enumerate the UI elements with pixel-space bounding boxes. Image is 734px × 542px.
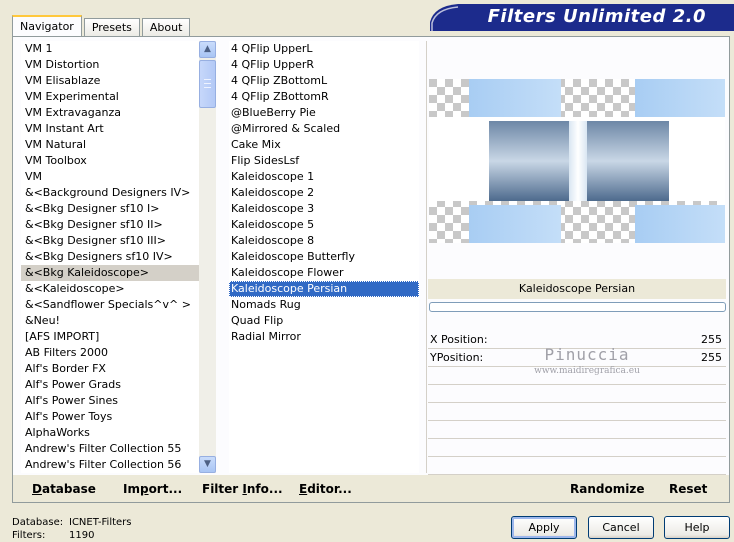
param-label: YPosition: [430, 351, 484, 364]
editor-button[interactable]: Editor... [299, 482, 352, 496]
tab-strip: Navigator Presets About [12, 14, 192, 37]
scroll-down-button[interactable]: ▼ [199, 456, 216, 473]
category-item[interactable]: &<Bkg Designers sf10 IV> [21, 249, 199, 265]
filter-item[interactable]: Nomads Rug [229, 297, 419, 313]
category-item[interactable]: Alf's Power Toys [21, 409, 199, 425]
tab-presets[interactable]: Presets [83, 18, 140, 36]
filter-item[interactable]: Kaleidoscope 8 [229, 233, 419, 249]
category-item[interactable]: &Neu! [21, 313, 199, 329]
grip-icon [204, 79, 211, 88]
watermark-url: www.maidiregrafica.eu [534, 366, 640, 376]
cancel-button[interactable]: Cancel [588, 516, 654, 539]
category-item[interactable]: VM Distortion [21, 57, 199, 73]
category-scrollbar[interactable]: ▲ ▼ [199, 41, 216, 473]
navigator-panel: VM 1 VM Distortion VM Elisablaze VM Experim… [12, 36, 730, 503]
preview-area: Kaleidoscope Persian X Position: 255 YPo… [426, 41, 726, 475]
param-row-empty [428, 403, 726, 421]
title-banner: Filters Unlimited 2.0 [430, 4, 734, 31]
category-item[interactable]: Alf's Power Grads [21, 377, 199, 393]
category-item[interactable]: AB Filters 2000 [21, 345, 199, 361]
category-item[interactable]: VM Extravaganza [21, 105, 199, 121]
filters-label: Filters: [12, 530, 46, 541]
filter-info-button[interactable]: Filter Info... [202, 482, 283, 496]
param-row-empty [428, 385, 726, 403]
filter-item[interactable]: Kaleidoscope Butterfly [229, 249, 419, 265]
scroll-thumb[interactable] [199, 60, 216, 108]
category-item[interactable]: VM Elisablaze [21, 73, 199, 89]
category-item[interactable]: &<Bkg Designer sf10 II> [21, 217, 199, 233]
category-item[interactable]: [AFS IMPORT] [21, 329, 199, 345]
selected-filter-name: Kaleidoscope Persian [428, 279, 726, 299]
filter-item[interactable]: Kaleidoscope Persian [229, 281, 419, 297]
status-info: Database: ICNET-Filters Filters: 1190 [12, 516, 132, 542]
banner-title: Filters Unlimited 2.0 [487, 6, 706, 27]
scroll-up-button[interactable]: ▲ [199, 41, 216, 58]
category-item[interactable]: VM [21, 169, 199, 185]
param-row-empty [428, 457, 726, 475]
category-item[interactable]: Andrew's Filter Collection 56 [21, 457, 199, 473]
filter-item[interactable]: Radial Mirror [229, 329, 419, 345]
param-value[interactable]: 255 [701, 331, 722, 348]
filter-item[interactable]: 4 QFlip UpperL [229, 41, 419, 57]
category-item[interactable]: AlphaWorks [21, 425, 199, 441]
filter-item[interactable]: @BlueBerry Pie [229, 105, 419, 121]
param-row-empty [428, 421, 726, 439]
tab-navigator[interactable]: Navigator [12, 15, 82, 37]
category-item[interactable]: VM Experimental [21, 89, 199, 105]
filters-count: 1190 [69, 530, 95, 541]
randomize-button[interactable]: Randomize [570, 482, 644, 496]
filter-item[interactable]: Flip SidesLsf [229, 153, 419, 169]
category-item[interactable]: &<Sandflower Specials^v^ > [21, 297, 199, 313]
filter-item[interactable]: 4 QFlip ZBottomR [229, 89, 419, 105]
database-button[interactable]: Database [32, 482, 96, 496]
category-item[interactable]: Alf's Border FX [21, 361, 199, 377]
filter-item[interactable]: Kaleidoscope Flower [229, 265, 419, 281]
database-label: Database: [12, 517, 64, 528]
filter-item[interactable]: Kaleidoscope 3 [229, 201, 419, 217]
category-item[interactable]: VM Toolbox [21, 153, 199, 169]
filter-item[interactable]: Quad Flip [229, 313, 419, 329]
progress-bar [429, 302, 726, 312]
category-item[interactable]: VM Instant Art [21, 121, 199, 137]
tab-about[interactable]: About [141, 18, 191, 36]
category-list[interactable]: VM 1 VM Distortion VM Elisablaze VM Experim… [21, 41, 199, 473]
category-item[interactable]: &<Background Designers IV> [21, 185, 199, 201]
filter-item[interactable]: @Mirrored & Scaled [229, 121, 419, 137]
bottom-toolbar: Database Import... Filter Info... Editor… [13, 475, 729, 502]
category-item[interactable]: &<Kaleidoscope> [21, 281, 199, 297]
category-item[interactable]: VM 1 [21, 41, 199, 57]
filter-item[interactable]: Kaleidoscope 1 [229, 169, 419, 185]
filter-item[interactable]: Kaleidoscope 5 [229, 217, 419, 233]
reset-button[interactable]: Reset [669, 482, 707, 496]
category-item[interactable]: &<Bkg Designer sf10 III> [21, 233, 199, 249]
help-button[interactable]: Help [664, 516, 730, 539]
watermark: Pinuccia www.maidiregrafica.eu [507, 345, 667, 376]
param-label: X Position: [430, 333, 488, 346]
import-button[interactable]: Import... [123, 482, 182, 496]
filter-list[interactable]: 4 QFlip UpperL 4 QFlip UpperR 4 QFlip ZBot… [229, 41, 419, 473]
preview-image [429, 79, 725, 243]
category-item[interactable]: &<Bkg Kaleidoscope> [21, 265, 199, 281]
param-row-empty [428, 439, 726, 457]
filter-item[interactable]: Kaleidoscope 2 [229, 185, 419, 201]
filter-item[interactable]: 4 QFlip ZBottomL [229, 73, 419, 89]
database-value: ICNET-Filters [69, 517, 132, 528]
param-value[interactable]: 255 [701, 349, 722, 366]
watermark-name: Pinuccia [544, 345, 630, 364]
filter-item[interactable]: Cake Mix [229, 137, 419, 153]
category-item[interactable]: VM Natural [21, 137, 199, 153]
category-item[interactable]: Andrew's Filter Collection 55 [21, 441, 199, 457]
category-item[interactable]: &<Bkg Designer sf10 I> [21, 201, 199, 217]
category-item[interactable]: Alf's Power Sines [21, 393, 199, 409]
apply-button[interactable]: Apply [511, 516, 577, 539]
filter-item[interactable]: 4 QFlip UpperR [229, 57, 419, 73]
